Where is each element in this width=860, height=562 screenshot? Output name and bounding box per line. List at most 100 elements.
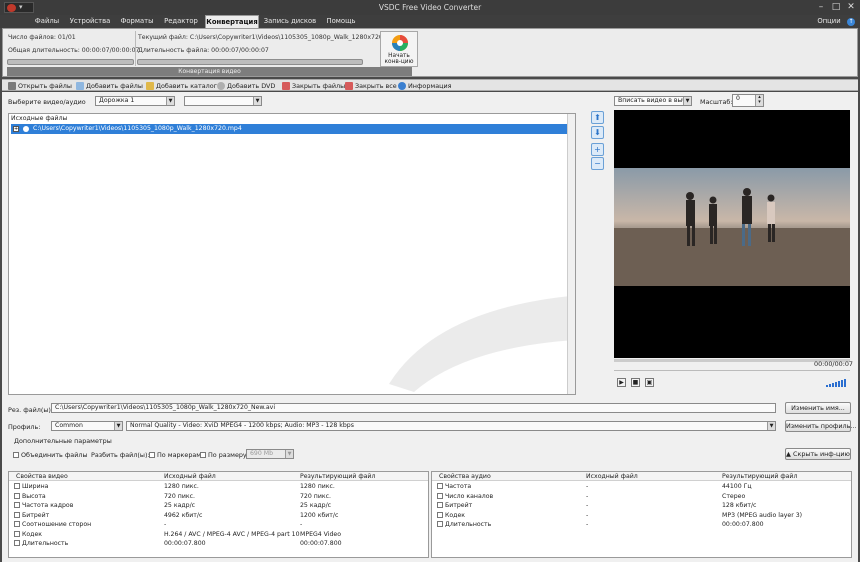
close-all-button[interactable]: Закрыть все — [345, 80, 397, 92]
total-progress-bar — [7, 59, 134, 65]
play-icon[interactable]: ▶ — [617, 378, 626, 387]
file-duration: Длительность файла: 00:00:07/00:00:07 — [138, 47, 269, 54]
by-markers-checkbox[interactable]: По маркерам — [149, 451, 201, 459]
source-value: 1280 пикс. — [164, 483, 199, 490]
expand-icon[interactable]: + — [13, 126, 19, 132]
move-down-icon[interactable]: ⬇ — [591, 126, 604, 139]
property-icon — [14, 521, 20, 527]
fit-mode-select[interactable]: Вписать видео в выбр ▼ — [614, 96, 692, 106]
close-file-icon — [282, 82, 290, 90]
property-name: Соотношение сторон — [14, 521, 91, 528]
move-up-icon[interactable]: ⬆ — [591, 111, 604, 124]
result-value: 720 пикс. — [300, 492, 331, 500]
source-file-list[interactable]: Исходные файлы + C:\Users\Copywriter1\Vi… — [8, 113, 576, 395]
menu-files[interactable]: Файлы — [30, 15, 64, 28]
menu-options[interactable]: Опции — [814, 15, 844, 28]
update-icon[interactable]: ↑ — [846, 15, 856, 28]
result-value: 44100 Гц — [722, 483, 752, 490]
film-strip-watermark — [389, 295, 575, 392]
snapshot-icon[interactable]: ▣ — [645, 378, 654, 387]
menu-formats[interactable]: Форматы — [116, 15, 158, 28]
menu-devices[interactable]: Устройства — [66, 15, 114, 28]
total-duration: Общая длительность: 00:00:07/00:00:07 — [8, 47, 140, 54]
video-properties-table: Свойства видео Исходный файл Результирую… — [8, 471, 429, 558]
source-value: 00:00:07.800 — [164, 540, 206, 547]
change-profile-button[interactable]: Изменить профиль... — [785, 420, 857, 432]
add-icon[interactable]: + — [591, 143, 604, 156]
close-files-button[interactable]: Закрыть файлы — [282, 80, 345, 92]
by-size-checkbox[interactable]: По размеру: — [200, 451, 249, 459]
source-value: 720 пикс. — [164, 492, 195, 500]
track-select[interactable]: Дорожка 1 ▼ — [95, 96, 175, 106]
folder-icon — [146, 82, 154, 90]
property-name: Кодек — [437, 511, 465, 519]
property-icon — [14, 502, 20, 508]
source-value: - — [586, 492, 589, 500]
minimize-icon[interactable]: – — [814, 1, 828, 13]
scale-stepper[interactable]: 0 ▴ ▾ — [732, 94, 764, 107]
table-row: Частота кадров 25 кадр/с 25 кадр/с — [9, 502, 428, 511]
stop-icon[interactable]: ■ — [631, 378, 640, 387]
split-size-select[interactable]: 690 Mb ▼ — [246, 449, 294, 459]
remove-icon[interactable]: − — [591, 157, 604, 170]
convert-icon — [392, 35, 408, 51]
property-icon — [437, 483, 443, 489]
table-row: Битрейт - 128 кбит/с — [432, 502, 851, 511]
seek-bar[interactable] — [614, 370, 850, 371]
menu-disc-burning[interactable]: Запись дисков — [262, 15, 318, 28]
chevron-down-icon: ▼ — [114, 422, 122, 430]
window-title: VSDC Free Video Converter — [378, 3, 482, 12]
checkbox-icon[interactable] — [200, 452, 206, 458]
hide-info-button[interactable]: ▲ Скрыть инф-цию — [785, 448, 851, 460]
stream-select[interactable]: ▼ — [184, 96, 262, 106]
add-files-button[interactable]: Добавить файлы — [76, 80, 143, 92]
result-value: MPEG4 Video — [300, 530, 342, 538]
add-file-icon — [76, 82, 84, 90]
video-table-header: Свойства видео Исходный файл Результирую… — [9, 472, 428, 481]
table-row: Частота - 44100 Гц — [432, 483, 851, 492]
current-file: Текущий файл: C:\Users\Copywriter1\Video… — [138, 34, 399, 41]
menu-conversion[interactable]: Конвертация — [205, 15, 259, 28]
table-row: Высота 720 пикс. 720 пикс. — [9, 492, 428, 502]
open-files-button[interactable]: Открыть файлы — [8, 80, 72, 92]
source-value: - — [164, 521, 167, 528]
profile-select[interactable]: Common ▼ — [51, 421, 123, 431]
source-files-header: Исходные файлы — [11, 115, 68, 122]
property-name: Битрейт — [437, 502, 472, 509]
merge-files-checkbox[interactable]: Объединить файлы — [13, 451, 88, 459]
result-value: 00:00:07.800 — [300, 540, 342, 547]
menu-editor[interactable]: Редактор — [160, 15, 202, 28]
property-name: Длительность — [14, 540, 68, 547]
volume-icon[interactable] — [826, 378, 848, 387]
menu-help[interactable]: Помощь — [320, 15, 362, 28]
add-dvd-button[interactable]: Добавить DVD — [217, 80, 275, 92]
file-progress-bar — [137, 59, 363, 65]
chevron-down-icon: ▼ — [767, 422, 775, 430]
info-button[interactable]: Информация — [398, 80, 451, 92]
stepper-icon[interactable]: ▴ ▾ — [755, 95, 763, 106]
rename-button[interactable]: Изменить имя... — [785, 402, 851, 414]
close-icon[interactable]: ✕ — [844, 1, 858, 13]
chevron-down-icon: ▼ — [683, 97, 691, 105]
checkbox-icon[interactable] — [13, 452, 19, 458]
result-value: 00:00:07.800 — [722, 521, 764, 528]
result-path-field[interactable]: C:\Users\Copywriter1\Videos\1105305_1080… — [51, 403, 776, 413]
quality-select[interactable]: Normal Quality - Video: XviD MPEG4 - 120… — [126, 421, 776, 431]
checkbox-icon[interactable] — [149, 452, 155, 458]
file-row[interactable]: + C:\Users\Copywriter1\Videos\1105305_10… — [11, 124, 575, 134]
property-icon — [14, 540, 20, 546]
add-catalog-button[interactable]: Добавить каталог — [146, 80, 217, 92]
source-value: - — [586, 511, 589, 519]
result-value: Стерео — [722, 492, 746, 500]
property-name: Битрейт — [14, 511, 49, 519]
maximize-icon[interactable]: □ — [829, 1, 843, 13]
file-list-scrollbar[interactable] — [567, 114, 575, 394]
source-value: - — [586, 521, 589, 528]
result-value: MP3 (MPEG audio layer 3) — [722, 511, 803, 519]
start-conversion-button[interactable]: Начать конв-цию — [380, 31, 418, 67]
table-row: Кодек H.264 / AVC / MPEG-4 AVC / MPEG-4 p… — [9, 530, 428, 540]
result-file-label: Рез. файл(ы): — [8, 406, 54, 414]
table-row: Соотношение сторон - - — [9, 521, 428, 530]
table-row: Битрейт 4962 кбит/с 1200 кбит/с — [9, 511, 428, 521]
start-conversion-label: Начать конв-цию — [384, 53, 414, 65]
